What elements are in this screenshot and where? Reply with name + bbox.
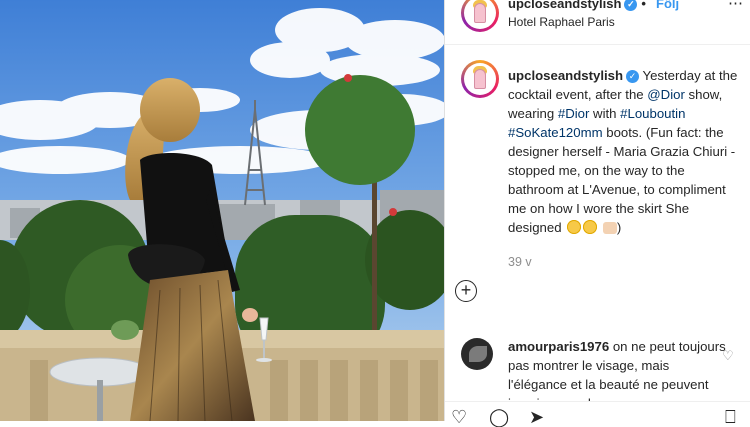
commenter-avatar-icon[interactable]: [461, 338, 493, 370]
mention-link[interactable]: @Dior: [647, 87, 685, 102]
location-link[interactable]: Hotel Raphael Paris: [508, 15, 615, 29]
verified-badge-icon: ✓: [624, 0, 638, 12]
action-bar: ♡ ◯ ➤ ⎕: [445, 401, 750, 426]
separator-dot: •: [641, 0, 646, 11]
share-icon[interactable]: ➤: [529, 408, 544, 426]
hashtag-sokate[interactable]: #SoKate120mm: [508, 125, 603, 140]
post-header: upcloseandstylish ✓ • Följ ⋯ Hotel Raphael…: [445, 0, 750, 45]
caption-verified-badge-icon: ✓: [626, 70, 640, 84]
add-comment-icon[interactable]: +: [455, 280, 477, 302]
post-sidebar: upcloseandstylish ✓ • Följ ⋯ Hotel Raphael…: [445, 0, 750, 426]
hashtag-louboutin[interactable]: #Louboutin: [620, 106, 685, 121]
raised-hands-emoji-icon: [602, 222, 617, 234]
bookmark-icon[interactable]: ⎕: [725, 408, 736, 426]
avatar-icon[interactable]: [461, 0, 499, 32]
grin-emoji-icon: [583, 220, 598, 234]
hashtag-dior[interactable]: #Dior: [558, 106, 590, 121]
caption-username[interactable]: upcloseandstylish: [508, 68, 623, 83]
caption-text-5: boots. (Fun fact: the designer herself -…: [508, 125, 736, 235]
post-timestamp[interactable]: 39 v: [508, 255, 532, 269]
more-options-icon[interactable]: ⋯: [728, 0, 743, 12]
heart-eyes-emoji-icon: [567, 220, 582, 234]
post-photo[interactable]: [0, 0, 444, 421]
post-caption: upcloseandstylish ✓ Yesterday at the cock…: [508, 68, 738, 235]
comment-icon[interactable]: ◯: [489, 408, 509, 426]
like-heart-icon[interactable]: ♡: [451, 408, 467, 426]
comment-username[interactable]: amourparis1976: [508, 339, 609, 354]
post-username[interactable]: upcloseandstylish: [508, 0, 621, 11]
post-username-row: upcloseandstylish ✓ •: [508, 0, 650, 12]
comment-like-heart-icon[interactable]: ♡: [722, 348, 734, 364]
follow-button[interactable]: Följ: [656, 0, 679, 11]
caption-avatar-icon[interactable]: [461, 60, 499, 98]
caption-text-3: with: [589, 106, 621, 121]
photo-illustration: [0, 0, 444, 421]
